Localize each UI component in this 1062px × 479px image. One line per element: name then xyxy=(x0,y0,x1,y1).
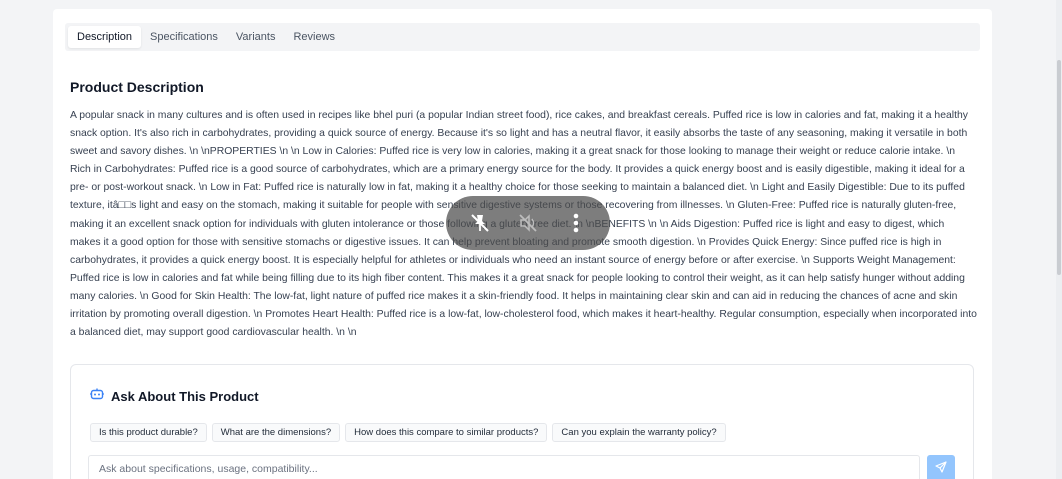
suggestion-chip-compare[interactable]: How does this compare to similar product… xyxy=(345,423,548,442)
tab-specifications[interactable]: Specifications xyxy=(141,26,227,48)
robot-icon xyxy=(90,387,104,405)
send-icon xyxy=(935,460,947,478)
send-button[interactable] xyxy=(927,455,955,479)
ask-product-panel: Ask About This Product Is this product d… xyxy=(70,364,974,479)
ask-title: Ask About This Product xyxy=(111,388,259,404)
ask-header: Ask About This Product xyxy=(90,387,259,405)
scrollbar-thumb[interactable] xyxy=(1057,60,1061,275)
suggestion-chip-dimensions[interactable]: What are the dimensions? xyxy=(211,423,341,442)
mute-icon[interactable] xyxy=(514,209,542,237)
pin-off-icon[interactable] xyxy=(466,209,494,237)
tab-description[interactable]: Description xyxy=(68,26,142,48)
product-description-heading: Product Description xyxy=(70,79,204,95)
suggestion-chips: Is this product durable? What are the di… xyxy=(90,423,731,442)
tab-bar: Description Specifications Variants Revi… xyxy=(65,23,980,51)
tab-variants[interactable]: Variants xyxy=(227,26,285,48)
scrollbar[interactable] xyxy=(1056,0,1062,479)
more-icon[interactable] xyxy=(562,209,590,237)
tab-reviews[interactable]: Reviews xyxy=(284,26,344,48)
media-control-overlay xyxy=(446,196,610,250)
suggestion-chip-durable[interactable]: Is this product durable? xyxy=(90,423,207,442)
suggestion-chip-warranty[interactable]: Can you explain the warranty policy? xyxy=(552,423,726,442)
ask-input[interactable] xyxy=(88,455,920,479)
